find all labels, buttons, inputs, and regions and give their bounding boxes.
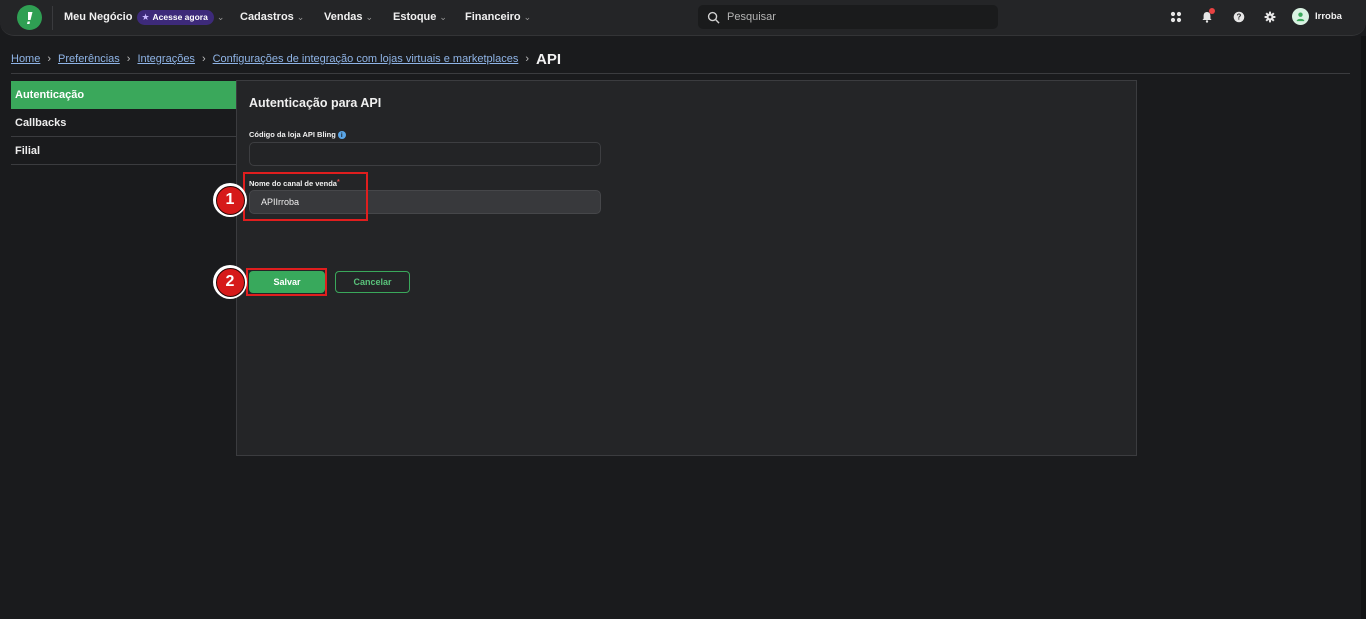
chevron-down-icon: ⌄ bbox=[365, 11, 374, 22]
step-number: 1 bbox=[215, 185, 245, 215]
store-code-label: Código da loja API Bling i bbox=[249, 130, 346, 140]
top-navbar: Meu Negócio ★ Acesse agora ⌄ Cadastros ⌄ V… bbox=[0, 0, 1366, 36]
user-avatar[interactable] bbox=[1292, 8, 1309, 25]
highlight-box-save-button bbox=[246, 268, 327, 296]
star-icon: ★ bbox=[141, 11, 150, 22]
chevron-down-icon: ⌄ bbox=[523, 11, 532, 22]
panel-title: Autenticação para API bbox=[249, 96, 382, 110]
breadcrumb-configuracoes[interactable]: Configurações de integração com lojas vi… bbox=[213, 53, 519, 65]
auth-settings-panel: Autenticação para API Código da loja API… bbox=[236, 80, 1137, 456]
chevron-down-icon: ⌄ bbox=[439, 11, 447, 22]
sidebar-item-label: Filial bbox=[15, 144, 41, 157]
nav-meu-negocio[interactable]: Meu Negócio ★ Acesse agora ⌄ bbox=[64, 0, 224, 34]
search-icon bbox=[707, 11, 720, 24]
chevron-down-icon: ⌄ bbox=[216, 11, 225, 22]
badge-label: Acesse agora bbox=[152, 12, 208, 22]
sidebar-item-label: Autenticação bbox=[15, 88, 85, 101]
username-label[interactable]: Irroba bbox=[1315, 11, 1342, 22]
chevron-right-icon: › bbox=[47, 53, 52, 65]
navbar-divider bbox=[52, 6, 53, 30]
highlight-box-channel-name bbox=[243, 172, 368, 221]
nav-financeiro[interactable]: Financeiro ⌄ bbox=[465, 0, 531, 34]
chevron-right-icon: › bbox=[126, 53, 131, 65]
nav-cadastros[interactable]: Cadastros ⌄ bbox=[240, 0, 304, 34]
svg-text:?: ? bbox=[1237, 13, 1242, 22]
store-code-input[interactable] bbox=[249, 142, 601, 166]
breadcrumb-current-page: API bbox=[536, 50, 562, 68]
breadcrumb-home[interactable]: Home bbox=[11, 53, 40, 65]
search-bar[interactable] bbox=[698, 5, 998, 29]
apps-grid-icon[interactable] bbox=[1169, 10, 1183, 24]
acesse-agora-badge[interactable]: ★ Acesse agora bbox=[137, 9, 214, 25]
chevron-right-icon: › bbox=[201, 53, 206, 65]
nav-vendas[interactable]: Vendas ⌄ bbox=[324, 0, 373, 34]
info-icon[interactable]: i bbox=[337, 131, 346, 140]
sidebar-item-label: Callbacks bbox=[15, 116, 67, 129]
notification-dot bbox=[1209, 8, 1215, 14]
chevron-right-icon: › bbox=[525, 53, 529, 65]
cancel-button[interactable]: Cancelar bbox=[335, 271, 410, 293]
breadcrumb-preferencias[interactable]: Preferências bbox=[58, 53, 120, 65]
breadcrumb-divider bbox=[11, 73, 1350, 74]
help-icon[interactable]: ? bbox=[1232, 10, 1246, 24]
step-marker-1: 1 bbox=[213, 183, 247, 217]
step-number: 2 bbox=[215, 267, 245, 297]
sidebar-item-autenticacao[interactable]: Autenticação bbox=[11, 81, 236, 109]
user-icon bbox=[1296, 12, 1305, 22]
search-input[interactable] bbox=[727, 11, 977, 23]
breadcrumb: Home › Preferências › Integrações › Conf… bbox=[11, 50, 561, 68]
step-marker-2: 2 bbox=[213, 265, 247, 299]
nav-estoque[interactable]: Estoque ⌄ bbox=[393, 0, 447, 34]
settings-side-menu: Autenticação Callbacks Filial bbox=[11, 81, 236, 165]
nav-financeiro-label: Financeiro bbox=[465, 11, 521, 23]
sidebar-item-callbacks[interactable]: Callbacks bbox=[11, 109, 236, 137]
nav-vendas-label: Vendas bbox=[324, 11, 363, 23]
page-scrollbar[interactable] bbox=[1361, 36, 1366, 619]
nav-estoque-label: Estoque bbox=[393, 11, 437, 23]
sidebar-item-filial[interactable]: Filial bbox=[11, 137, 236, 165]
breadcrumb-integracoes[interactable]: Integrações bbox=[137, 53, 194, 65]
cancel-button-label: Cancelar bbox=[353, 277, 392, 287]
settings-gear-icon[interactable] bbox=[1263, 10, 1277, 24]
notifications-bell-icon[interactable] bbox=[1200, 8, 1215, 24]
nav-meu-negocio-label: Meu Negócio bbox=[64, 11, 133, 23]
nav-cadastros-label: Cadastros bbox=[240, 11, 294, 23]
bling-logo-icon[interactable] bbox=[17, 5, 42, 30]
chevron-down-icon: ⌄ bbox=[296, 11, 305, 22]
store-code-label-text: Código da loja API Bling bbox=[249, 130, 336, 139]
